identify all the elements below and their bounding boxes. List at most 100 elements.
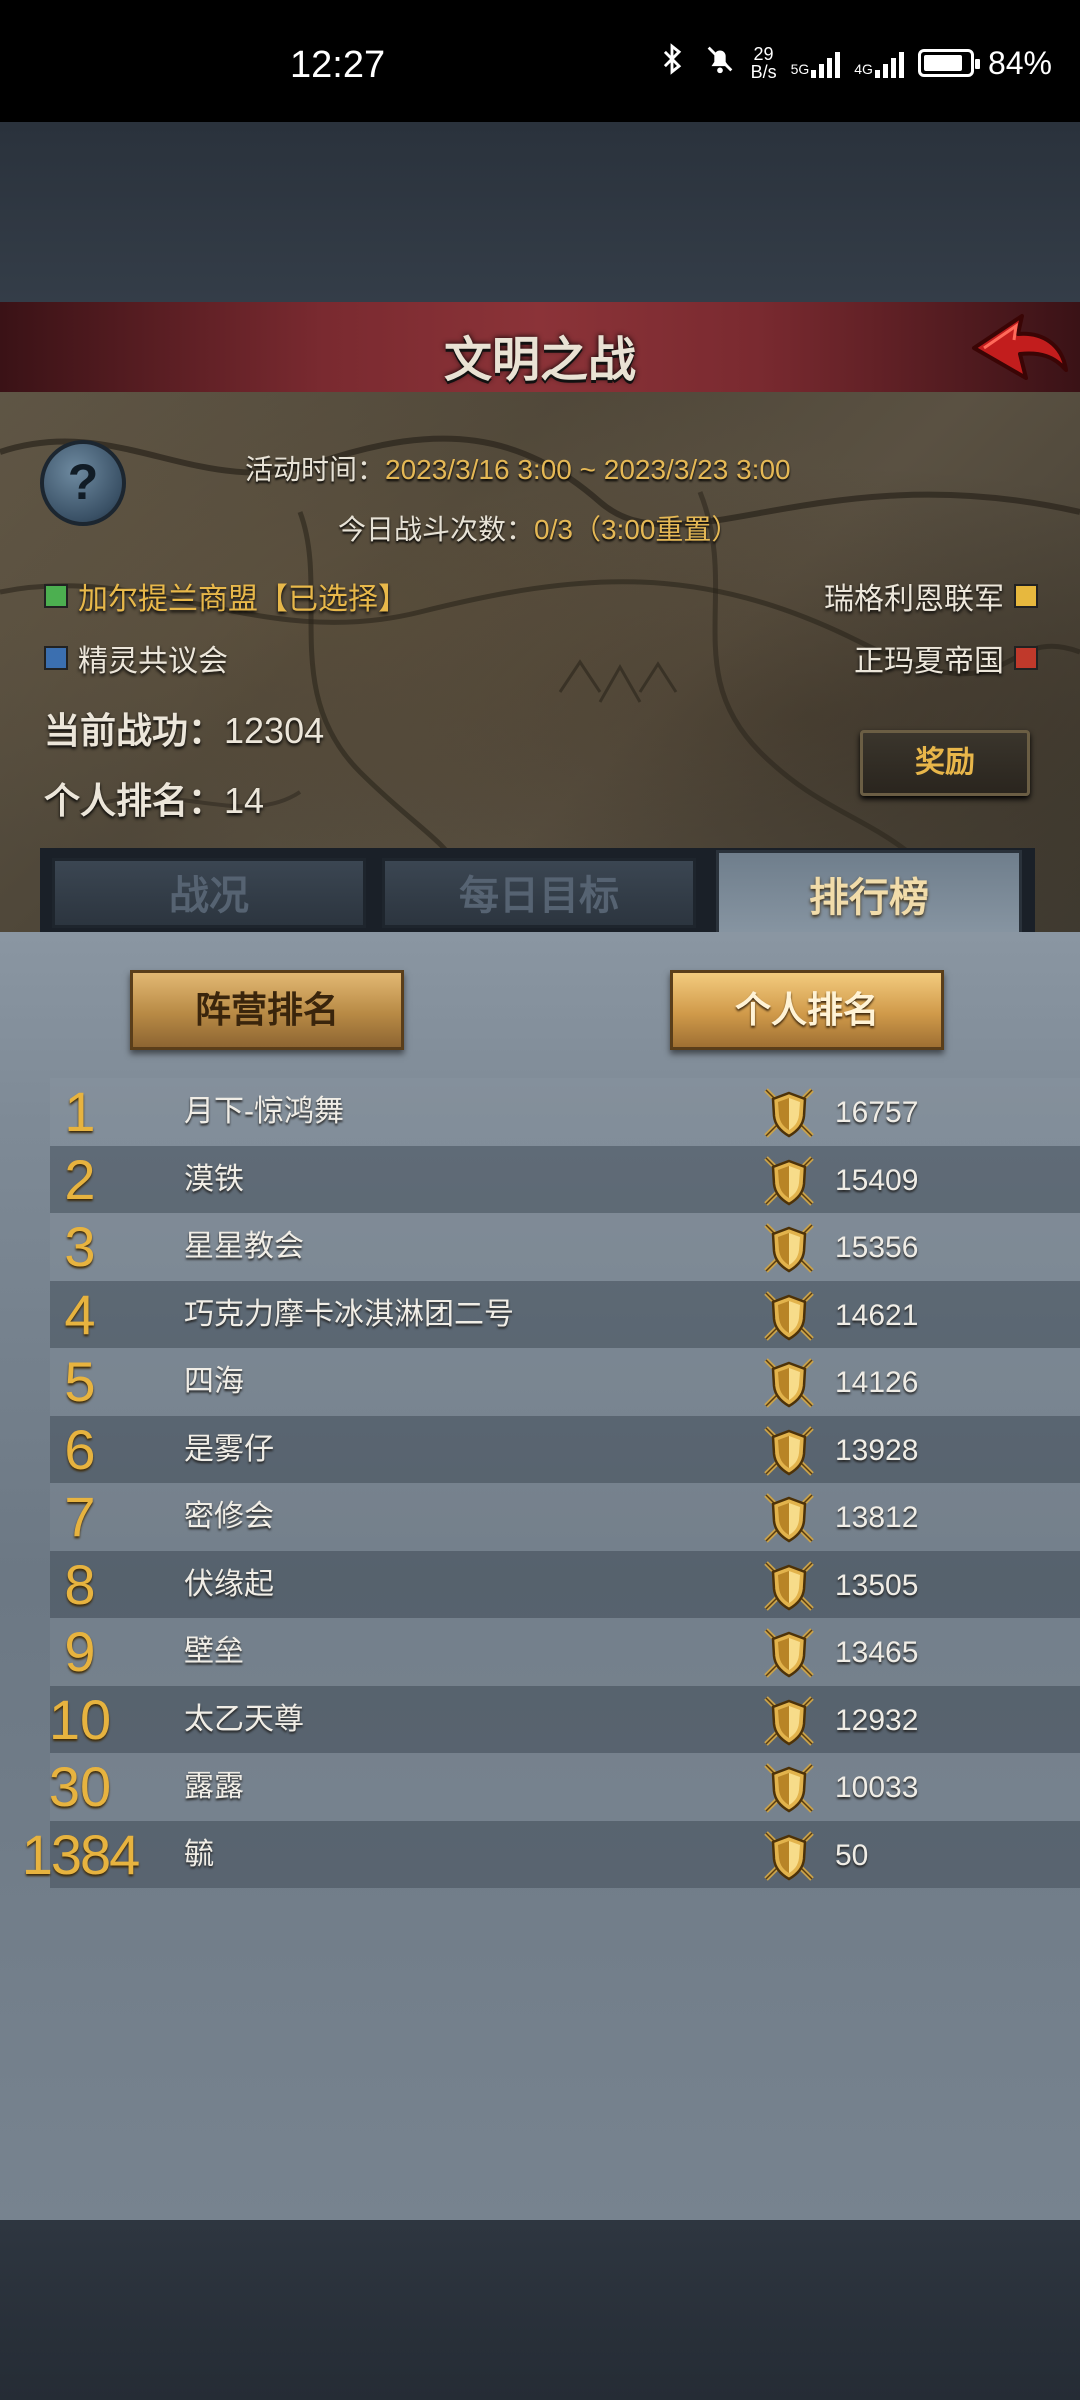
ranking-row[interactable]: 2 漠铁 15409 <box>50 1145 1080 1213</box>
faction-name: 瑞格利恩联军 <box>824 583 1004 616</box>
player-name: 是雾仔 <box>184 1432 274 1466</box>
net-speed-value: 29 <box>753 44 774 64</box>
current-merit: 当前战功：12304 <box>44 702 324 754</box>
rank-number: 10 <box>48 1687 112 1751</box>
merit-score: 14126 <box>835 1366 919 1399</box>
faction-color-swatch <box>44 646 68 670</box>
ranking-row[interactable]: 6 是雾仔 13928 <box>50 1415 1080 1483</box>
daily-battles-label: 今日战斗次数： <box>338 514 535 545</box>
personal-rank-summary: 个人排名：14 <box>44 772 264 824</box>
ranking-row[interactable]: 4 巧克力摩卡冰淇淋团二号 14621 <box>50 1280 1080 1348</box>
daily-battles-value: 0/3（3:00重置） <box>534 514 740 545</box>
shield-swords-medal-icon <box>760 1219 818 1277</box>
sim2-label: 4G <box>854 61 873 77</box>
signal-sim2: 4G <box>854 48 904 78</box>
merit-score: 12932 <box>835 1703 919 1737</box>
merit-score: 13505 <box>835 1568 919 1602</box>
faction-item: 精灵共议会 <box>44 636 228 680</box>
faction-color-swatch <box>1014 584 1038 608</box>
faction-name: 正玛夏帝国 <box>854 645 1004 678</box>
player-name: 露露 <box>184 1770 244 1803</box>
help-button[interactable]: ? <box>40 440 126 526</box>
merit-score: 16757 <box>835 1096 919 1129</box>
player-name: 四海 <box>184 1365 244 1398</box>
faction-item: 瑞格利恩联军 <box>824 574 1038 618</box>
reward-button[interactable]: 奖励 <box>860 730 1030 796</box>
tab-leaderboard[interactable]: 排行榜 <box>716 850 1022 938</box>
merit-score: 15409 <box>835 1163 919 1197</box>
rank-number: 30 <box>48 1755 112 1818</box>
merit-value: 12304 <box>224 710 325 751</box>
ranking-row[interactable]: 3 星星教会 15356 <box>50 1213 1080 1281</box>
bluetooth-icon <box>655 42 689 84</box>
shield-swords-medal-icon <box>760 1489 818 1547</box>
faction-item: 正玛夏帝国 <box>854 636 1038 680</box>
rank-number: 5 <box>64 1350 96 1413</box>
ranking-row[interactable]: 9 壁垒 13465 <box>50 1618 1080 1686</box>
faction-color-swatch <box>1014 646 1038 670</box>
player-name: 星星教会 <box>184 1230 304 1263</box>
signal-bars-icon <box>874 48 904 78</box>
battery-icon <box>917 49 980 77</box>
faction-item: 加尔提兰商盟【已选择】 <box>44 574 408 618</box>
rank-number: 1 <box>64 1080 96 1143</box>
merit-score: 13465 <box>835 1636 919 1669</box>
faction-rank-button[interactable]: 阵营排名 <box>130 970 404 1050</box>
tab-battle-status[interactable]: 战况 <box>52 858 366 928</box>
back-button[interactable] <box>970 312 1070 386</box>
status-bar: 12:27 29 B/s 5G 4G 84% <box>0 0 1080 122</box>
signal-sim1: 5G <box>791 48 841 78</box>
ranking-row[interactable]: 1 月下-惊鸿舞 16757 <box>50 1078 1080 1146</box>
battery-percent: 84% <box>987 44 1052 81</box>
ranking-list: 1 月下-惊鸿舞 16757 2 漠铁 15409 3 星星教会 15356 4 巧克力摩卡冰… <box>0 1078 1080 1888</box>
player-name: 巧克力摩卡冰淇淋团二号 <box>184 1297 514 1331</box>
activity-time: 活动时间：2023/3/16 3:00 ~ 2023/3/23 3:00 <box>245 448 791 488</box>
sim1-label: 5G <box>790 61 810 77</box>
activity-time-value: 2023/3/16 3:00 ~ 2023/3/23 3:00 <box>385 454 791 485</box>
player-name: 壁垒 <box>184 1635 244 1668</box>
ranking-row[interactable]: 10 太乙天尊 12932 <box>49 1685 1080 1753</box>
merit-score: 50 <box>835 1838 869 1872</box>
rank-number: 8 <box>64 1552 96 1616</box>
rank-number: 6 <box>64 1417 96 1481</box>
rank-number: 9 <box>64 1620 96 1683</box>
red-arrow-back-icon <box>972 314 1068 380</box>
status-time: 12:27 <box>290 44 386 86</box>
shield-swords-medal-icon <box>760 1692 818 1750</box>
ranking-row[interactable]: 7 密修会 13812 <box>50 1483 1080 1551</box>
status-icons: 29 B/s 5G 4G 84% <box>655 42 1052 84</box>
rank-number: 7 <box>64 1485 96 1548</box>
rank-number: 1384 <box>21 1822 141 1886</box>
shield-swords-medal-icon <box>760 1557 818 1615</box>
personal-rank-value: 14 <box>224 780 265 821</box>
shield-swords-medal-icon <box>760 1152 818 1210</box>
shield-swords-medal-icon <box>760 1422 818 1480</box>
mute-bell-icon <box>703 42 737 84</box>
ranking-row[interactable]: 5 四海 14126 <box>50 1348 1080 1416</box>
ranking-row[interactable]: 30 露露 10033 <box>49 1753 1080 1821</box>
ranking-row[interactable]: 8 伏缘起 13505 <box>50 1550 1080 1618</box>
tab-daily-goals[interactable]: 每日目标 <box>382 858 696 928</box>
net-speed: 29 B/s <box>751 45 777 81</box>
net-speed-unit: B/s <box>750 62 777 82</box>
merit-score: 15356 <box>835 1231 919 1264</box>
personal-rank-label: 个人排名： <box>44 780 225 821</box>
rank-number: 2 <box>64 1147 96 1211</box>
ranking-row[interactable]: 1384 毓 50 <box>22 1820 1080 1888</box>
personal-rank-button[interactable]: 个人排名 <box>670 970 944 1050</box>
player-name: 漠铁 <box>184 1162 244 1196</box>
player-name: 密修会 <box>184 1500 274 1533</box>
faction-name: 精灵共议会 <box>78 645 228 678</box>
shield-swords-medal-icon <box>760 1084 818 1142</box>
shield-swords-medal-icon <box>760 1759 818 1817</box>
player-name: 伏缘起 <box>184 1567 274 1601</box>
merit-score: 14621 <box>835 1298 919 1332</box>
shield-swords-medal-icon <box>760 1827 818 1885</box>
rank-number: 4 <box>64 1282 96 1346</box>
shield-swords-medal-icon <box>760 1624 818 1682</box>
player-name: 太乙天尊 <box>184 1702 304 1736</box>
faction-color-swatch <box>44 584 68 608</box>
shield-swords-medal-icon <box>760 1354 818 1412</box>
player-name: 月下-惊鸿舞 <box>184 1095 344 1128</box>
merit-label: 当前战功： <box>44 710 225 751</box>
